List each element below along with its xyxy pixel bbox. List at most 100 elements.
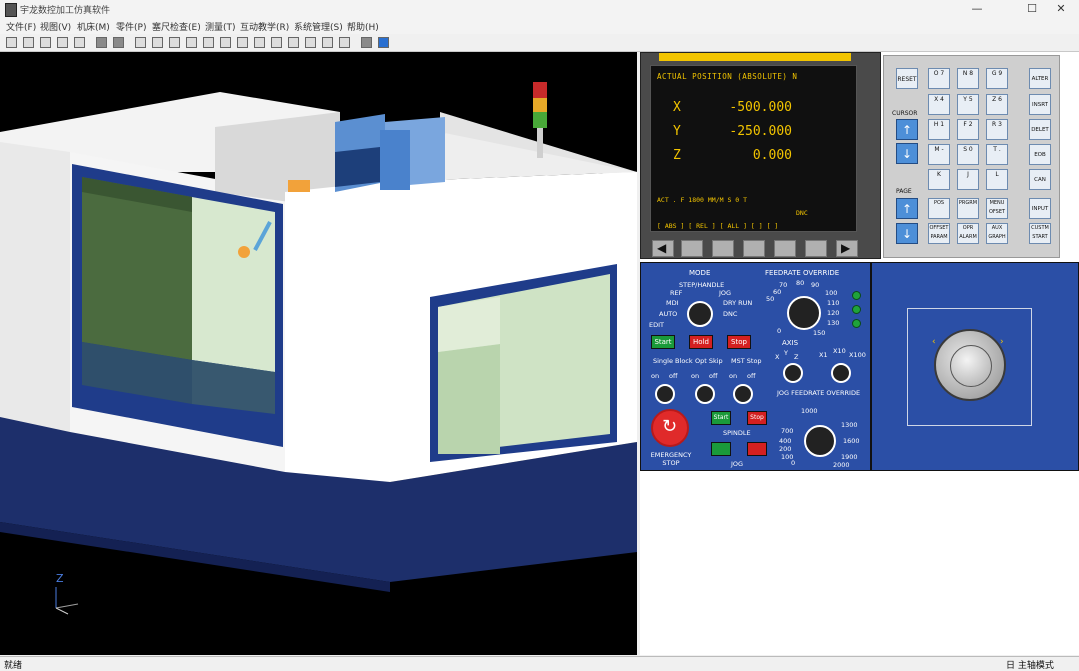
cycle-start-button[interactable]: Start bbox=[651, 335, 675, 349]
control-panel-icon[interactable] bbox=[339, 37, 350, 48]
jog-val-2000: 2000 bbox=[833, 461, 850, 469]
key-n8[interactable]: N 8 bbox=[957, 68, 979, 89]
ms-off-label: off bbox=[747, 372, 756, 380]
menu-help[interactable]: 帮助(H) bbox=[347, 20, 379, 33]
blue-icon[interactable] bbox=[378, 37, 389, 48]
mode-selector-knob[interactable] bbox=[687, 301, 713, 327]
gray-icon[interactable] bbox=[96, 37, 107, 48]
key-m-minus[interactable]: M - bbox=[928, 144, 950, 165]
crt-softkey-4[interactable] bbox=[774, 240, 796, 257]
crt-right-arrow-button[interactable]: ▶ bbox=[836, 240, 858, 257]
key-l[interactable]: L bbox=[986, 169, 1008, 190]
os-on-label: on bbox=[691, 372, 700, 380]
part-icon[interactable] bbox=[135, 37, 146, 48]
view-back-icon[interactable] bbox=[305, 37, 316, 48]
view-front-icon[interactable] bbox=[237, 37, 248, 48]
key-j[interactable]: J bbox=[957, 169, 979, 190]
cycle-stop-button[interactable]: Stop bbox=[727, 335, 751, 349]
menu-system[interactable]: 系统管理(S) bbox=[294, 20, 343, 33]
key-g9[interactable]: G 9 bbox=[986, 68, 1008, 89]
menu-gauge[interactable]: 塞尺检查(E) bbox=[152, 20, 201, 33]
spindle-stop-button[interactable]: Stop bbox=[747, 411, 767, 425]
origin-icon[interactable] bbox=[74, 37, 85, 48]
offset-param-key[interactable]: OFFSET PARAM bbox=[928, 223, 950, 244]
insrt-key[interactable]: INSRT bbox=[1029, 94, 1051, 115]
key-s0[interactable]: S 0 bbox=[957, 144, 979, 165]
tool-icon[interactable] bbox=[57, 37, 68, 48]
input-key[interactable]: INPUT bbox=[1029, 198, 1051, 219]
mst-stop-switch[interactable] bbox=[733, 384, 753, 404]
key-h1[interactable]: H 1 bbox=[928, 119, 950, 140]
manual-pulse-generator[interactable] bbox=[934, 329, 1006, 401]
view-top-icon[interactable] bbox=[254, 37, 265, 48]
key-t-dot[interactable]: T . bbox=[986, 144, 1008, 165]
pos-key[interactable]: POS bbox=[928, 198, 950, 219]
machine-3d-viewport[interactable]: Z bbox=[0, 52, 637, 655]
key-r3[interactable]: R 3 bbox=[986, 119, 1008, 140]
view-left-icon[interactable] bbox=[271, 37, 282, 48]
axis-x1: X1 bbox=[819, 351, 828, 359]
custm-start-key[interactable]: CUSTM START bbox=[1029, 223, 1051, 244]
view-iso-icon[interactable] bbox=[322, 37, 333, 48]
crt-softkey-2[interactable] bbox=[712, 240, 734, 257]
menu-part[interactable]: 零件(P) bbox=[116, 20, 146, 33]
alter-key[interactable]: ALTER bbox=[1029, 68, 1051, 89]
menu-teaching[interactable]: 互动教学(R) bbox=[240, 20, 289, 33]
machine-icon[interactable] bbox=[40, 37, 51, 48]
menu-bar: 文件(F) 视图(V) 机床(M) 零件(P) 塞尺检查(E) 测量(T) 互动… bbox=[0, 18, 1079, 34]
view-icon[interactable] bbox=[220, 37, 231, 48]
close-button[interactable]: ✕ bbox=[1041, 0, 1079, 18]
crt-left-arrow-button[interactable]: ◀ bbox=[652, 240, 674, 257]
view-right-icon[interactable] bbox=[288, 37, 299, 48]
gray-icon[interactable] bbox=[113, 37, 124, 48]
menu-view[interactable]: 视图(V) bbox=[40, 20, 71, 33]
axis-select-knob[interactable] bbox=[783, 363, 803, 383]
key-x4[interactable]: X 4 bbox=[928, 94, 950, 115]
zoom-window-icon[interactable] bbox=[152, 37, 163, 48]
key-o7[interactable]: O 7 bbox=[928, 68, 950, 89]
axis-label: AXIS bbox=[782, 339, 799, 347]
crt-softkey-1[interactable] bbox=[681, 240, 703, 257]
delet-key[interactable]: DELET bbox=[1029, 119, 1051, 140]
menu-machine[interactable]: 机床(M) bbox=[77, 20, 110, 33]
gray-icon[interactable] bbox=[361, 37, 372, 48]
open-icon[interactable] bbox=[6, 37, 17, 48]
save-icon[interactable] bbox=[23, 37, 34, 48]
crt-softkey-5[interactable] bbox=[805, 240, 827, 257]
jog-val-700: 700 bbox=[781, 427, 794, 435]
eob-key[interactable]: EOB bbox=[1029, 144, 1051, 165]
menu-offset-key[interactable]: MENU OFSET bbox=[986, 198, 1008, 219]
opt-skip-switch[interactable] bbox=[695, 384, 715, 404]
jog-feedrate-knob[interactable] bbox=[804, 425, 836, 457]
cursor-down-key[interactable]: ↓ bbox=[896, 143, 918, 164]
feed-hold-button[interactable]: Hold bbox=[689, 335, 713, 349]
key-y5[interactable]: Y 5 bbox=[957, 94, 979, 115]
reset-key[interactable]: RESET bbox=[896, 68, 918, 89]
can-key[interactable]: CAN bbox=[1029, 169, 1051, 190]
spindle-start-button[interactable]: Start bbox=[711, 411, 731, 425]
prgrm-key[interactable]: PRGRM bbox=[957, 198, 979, 219]
emergency-stop-button[interactable]: ↻ bbox=[651, 409, 689, 447]
cursor-up-key[interactable]: ↑ bbox=[896, 119, 918, 140]
rotate-icon[interactable] bbox=[203, 37, 214, 48]
menu-measure[interactable]: 测量(T) bbox=[205, 20, 236, 33]
minimize-button[interactable]: — bbox=[957, 0, 997, 18]
single-block-switch[interactable] bbox=[655, 384, 675, 404]
crt-softkey-3[interactable] bbox=[743, 240, 765, 257]
pan-icon[interactable] bbox=[186, 37, 197, 48]
key-k[interactable]: K bbox=[928, 169, 950, 190]
handle-multiplier-knob[interactable] bbox=[831, 363, 851, 383]
page-up-key[interactable]: ↑ bbox=[896, 198, 918, 219]
page-down-key[interactable]: ↓ bbox=[896, 223, 918, 244]
aux-graph-key[interactable]: AUX GRAPH bbox=[986, 223, 1008, 244]
feedrate-override-knob[interactable] bbox=[787, 296, 821, 330]
mode-step-handle: STEP/HANDLE bbox=[679, 281, 725, 289]
jog-minus-button[interactable] bbox=[747, 442, 767, 456]
mode-dry-run: DRY RUN bbox=[723, 299, 753, 307]
opr-alarm-key[interactable]: OPR ALARM bbox=[957, 223, 979, 244]
key-f2[interactable]: F 2 bbox=[957, 119, 979, 140]
zoom-icon[interactable] bbox=[169, 37, 180, 48]
menu-file[interactable]: 文件(F) bbox=[6, 20, 36, 33]
key-z6[interactable]: Z 6 bbox=[986, 94, 1008, 115]
jog-plus-button[interactable] bbox=[711, 442, 731, 456]
